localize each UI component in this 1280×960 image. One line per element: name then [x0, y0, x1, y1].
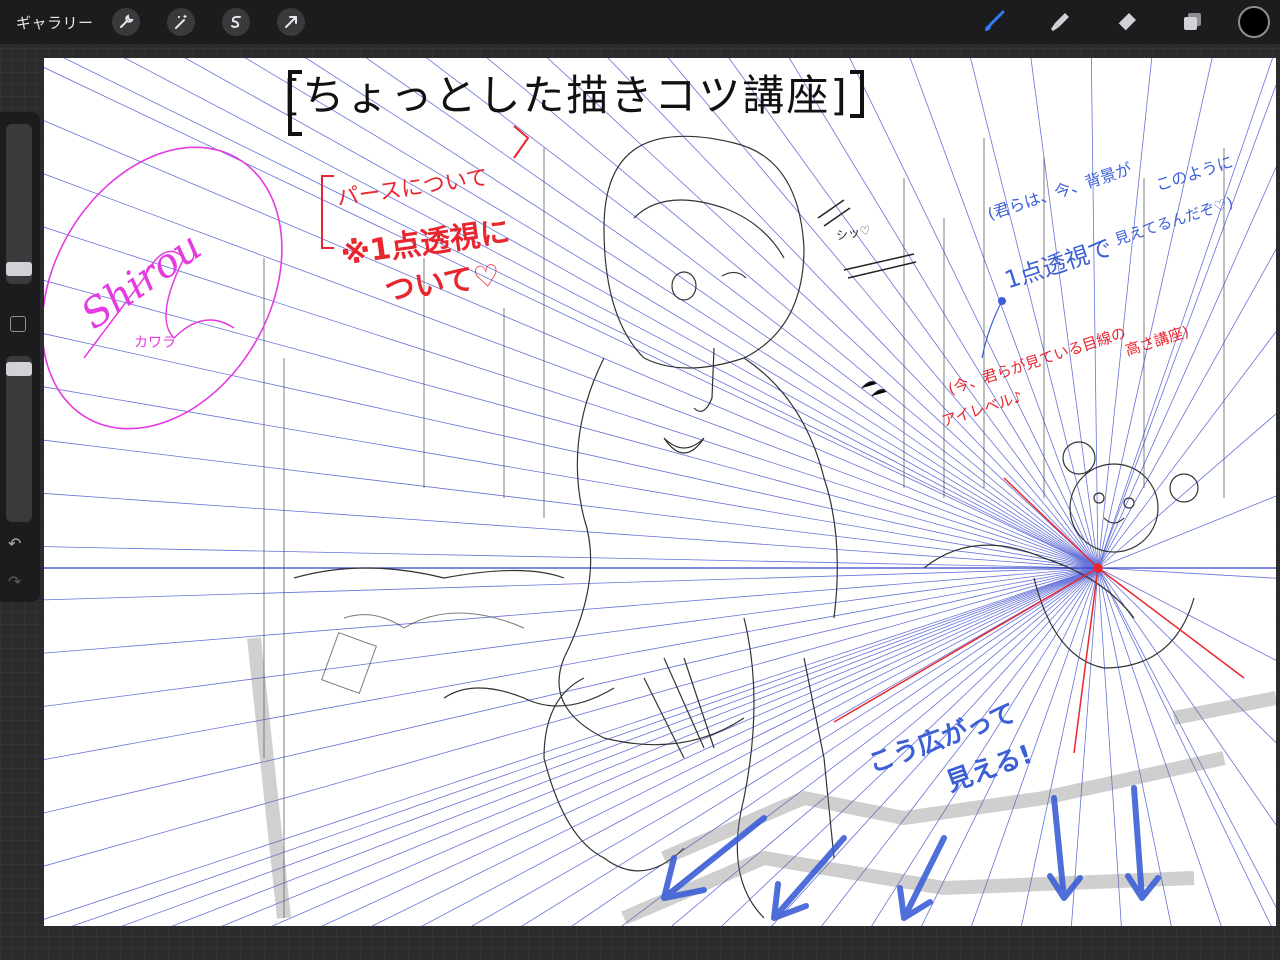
perspective-ray	[44, 493, 1099, 569]
perspective-ray	[1097, 567, 1222, 926]
perspective-ray	[44, 567, 1099, 814]
perspective-ray	[788, 58, 1099, 569]
perspective-ray	[44, 567, 1099, 707]
foreground-smudges	[247, 637, 1276, 925]
perspective-ray	[1097, 567, 1276, 579]
redo-icon[interactable]: ↷	[8, 574, 21, 590]
signature-circle	[44, 146, 283, 430]
blue-arrows	[661, 785, 1161, 921]
perspective-ray	[244, 58, 1099, 569]
layers-icon[interactable]	[1176, 6, 1208, 38]
perspective-ray	[1097, 413, 1276, 569]
pass-bracket-left	[321, 175, 334, 249]
perspective-ray	[44, 333, 1099, 569]
perspective-ray	[1097, 495, 1276, 569]
adjustments-wand-icon[interactable]	[166, 8, 195, 36]
perspective-ray	[728, 58, 1099, 569]
brush-size-knob[interactable]	[6, 262, 32, 276]
artwork-title: [ちょっとした描きコツ講座]	[284, 71, 849, 120]
perspective-ray	[63, 58, 1099, 569]
left-sidebar: ↶ ↷	[0, 112, 40, 602]
perspective-ray	[970, 58, 1099, 569]
color-swatch-button[interactable]	[1238, 6, 1270, 38]
perspective-ray	[44, 567, 1099, 601]
perspective-ray	[1097, 248, 1276, 569]
brush-icon[interactable]	[978, 6, 1010, 38]
perspective-ray	[44, 173, 1099, 569]
perspective-ray	[44, 67, 1099, 569]
signature-sub: カワラ	[134, 335, 176, 351]
gallery-button[interactable]: ギャラリー	[16, 12, 94, 33]
perspective-ray	[909, 58, 1099, 569]
perspective-ray	[1097, 567, 1122, 926]
title-bracket-right	[850, 70, 864, 118]
perspective-ray	[44, 439, 1099, 569]
brush-size-slider[interactable]	[6, 124, 32, 284]
perspective-ray	[1097, 331, 1276, 569]
perspective-ray	[305, 58, 1099, 569]
perspective-ray	[1030, 58, 1099, 569]
perspective-ray	[1097, 567, 1276, 744]
perspective-ray	[271, 567, 1099, 926]
pass-bracket-right	[513, 125, 530, 159]
selection-icon[interactable]	[221, 8, 250, 36]
modify-button[interactable]	[10, 316, 26, 332]
perspective-ray	[44, 226, 1099, 569]
smudge-icon[interactable]	[1044, 6, 1076, 38]
perspective-ray	[44, 120, 1099, 569]
perspective-ray	[1090, 58, 1099, 569]
perspective-ray	[123, 58, 1099, 569]
perspective-ray	[607, 58, 1099, 569]
perspective-ray	[667, 58, 1099, 569]
perspective-ray	[184, 58, 1099, 569]
transform-arrow-icon[interactable]	[276, 8, 305, 36]
eraser-icon[interactable]	[1110, 6, 1142, 38]
undo-icon[interactable]: ↶	[8, 536, 21, 552]
drawing-canvas[interactable]: [ちょっとした描きコツ講座] パースについて ※1点透視に ついて♡ シッ♡ (…	[44, 58, 1276, 926]
actions-wrench-icon[interactable]	[111, 8, 140, 36]
opacity-slider[interactable]	[6, 356, 32, 522]
top-toolbar: ギャラリー	[0, 0, 1280, 44]
perspective-ray	[1097, 58, 1153, 569]
opacity-knob[interactable]	[6, 362, 32, 376]
perspective-ray	[486, 58, 1099, 569]
perspective-ray	[426, 58, 1099, 569]
